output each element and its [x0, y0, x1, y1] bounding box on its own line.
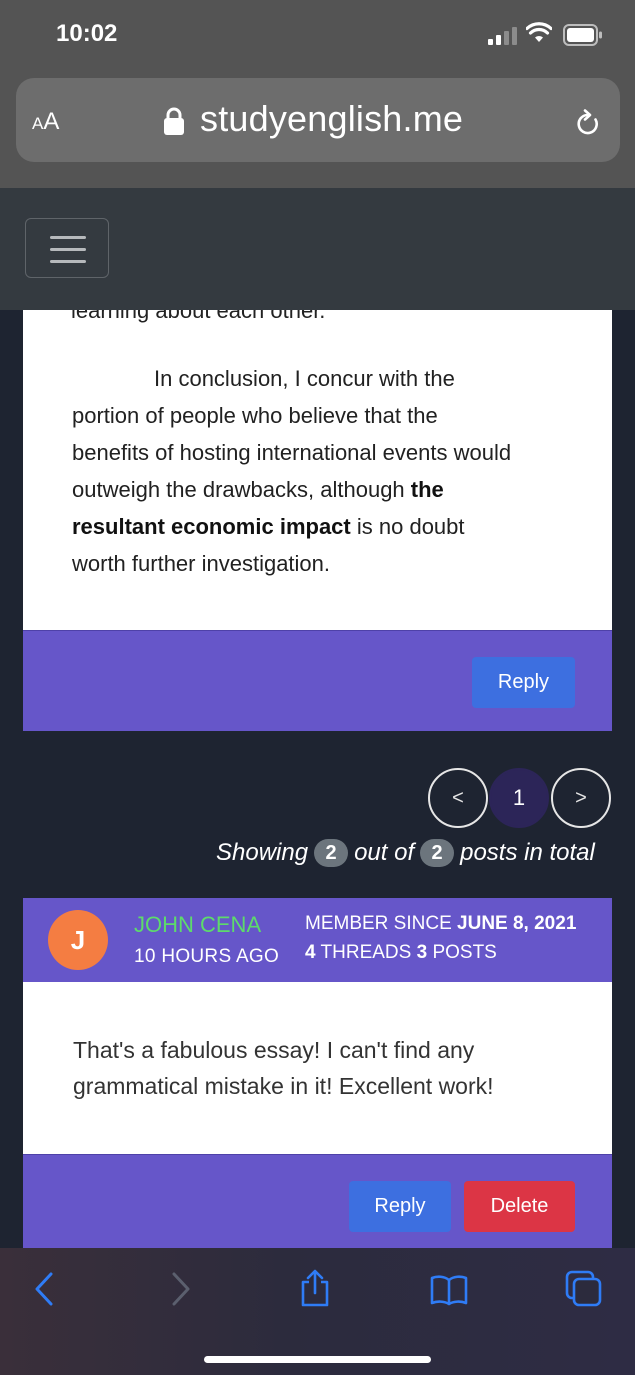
back-icon[interactable] [33, 1272, 55, 1306]
post-time: 10 HOURS AGO [134, 946, 280, 967]
menu-line [50, 248, 86, 251]
bookmarks-icon[interactable] [429, 1274, 469, 1306]
battery-icon [563, 24, 602, 46]
reply-button[interactable]: Reply [349, 1181, 451, 1232]
status-bar: 10:02 [0, 0, 635, 70]
site-navbar [0, 188, 635, 310]
menu-line [50, 236, 86, 239]
pagination-next-button[interactable]: > [551, 768, 611, 828]
post-text-line: outweigh the drawbacks, although the [72, 477, 444, 502]
lock-icon [164, 107, 184, 135]
forward-icon[interactable] [170, 1272, 192, 1306]
post-body: learning about each other. In conclusion… [23, 310, 612, 630]
post-text-line: benefits of hosting international events… [72, 440, 512, 465]
shown-count-badge: 2 [314, 839, 349, 867]
post-header: J JOHN CENA 10 HOURS AGO MEMBER SINCE JU… [23, 898, 612, 982]
author-stats: 4 THREADS 3 POSTS [305, 942, 497, 963]
total-count-badge: 2 [420, 839, 455, 867]
status-time: 10:02 [56, 20, 118, 47]
post-text-partial: learning about each other. [71, 310, 326, 323]
post-text-line: That's a fabulous essay! I can't find an… [73, 1037, 475, 1063]
menu-line [50, 260, 86, 263]
delete-button[interactable]: Delete [464, 1181, 575, 1232]
post-text-line: worth further investigation. [72, 551, 331, 576]
post-footer: Reply [23, 630, 612, 731]
cellular-signal-icon [488, 27, 517, 45]
post-body: That's a fabulous essay! I can't find an… [23, 982, 612, 1154]
reply-button[interactable]: Reply [472, 657, 575, 708]
browser-url-area: AA studyenglish.me [0, 70, 635, 188]
hamburger-menu-button[interactable] [25, 218, 109, 278]
browser-toolbar [0, 1248, 635, 1375]
home-indicator [204, 1356, 431, 1363]
author-name[interactable]: JOHN CENA [134, 912, 261, 938]
post-text-line: In conclusion, I concur with the [154, 366, 455, 391]
post-text-line: resultant economic impact is no doubt [72, 514, 465, 539]
url-text: studyenglish.me [200, 98, 464, 139]
member-since: MEMBER SINCE JUNE 8, 2021 [305, 913, 577, 934]
pagination-page-1[interactable]: 1 [489, 768, 549, 828]
post-text-line: portion of people who believe that the [72, 403, 438, 428]
share-icon[interactable] [298, 1268, 332, 1308]
post-text-line: grammatical mistake in it! Excellent wor… [73, 1073, 494, 1099]
tabs-icon[interactable] [565, 1270, 603, 1308]
post-footer: Reply Delete [23, 1154, 612, 1248]
reload-icon[interactable] [575, 109, 601, 137]
posts-count-summary: Showing 2 out of 2 posts in total [216, 839, 595, 867]
avatar[interactable]: J [48, 910, 108, 970]
text-size-button[interactable]: AA [32, 108, 59, 136]
pagination-prev-button[interactable]: < [428, 768, 488, 828]
address-bar[interactable]: AA studyenglish.me [16, 78, 620, 162]
wifi-icon [526, 22, 552, 42]
